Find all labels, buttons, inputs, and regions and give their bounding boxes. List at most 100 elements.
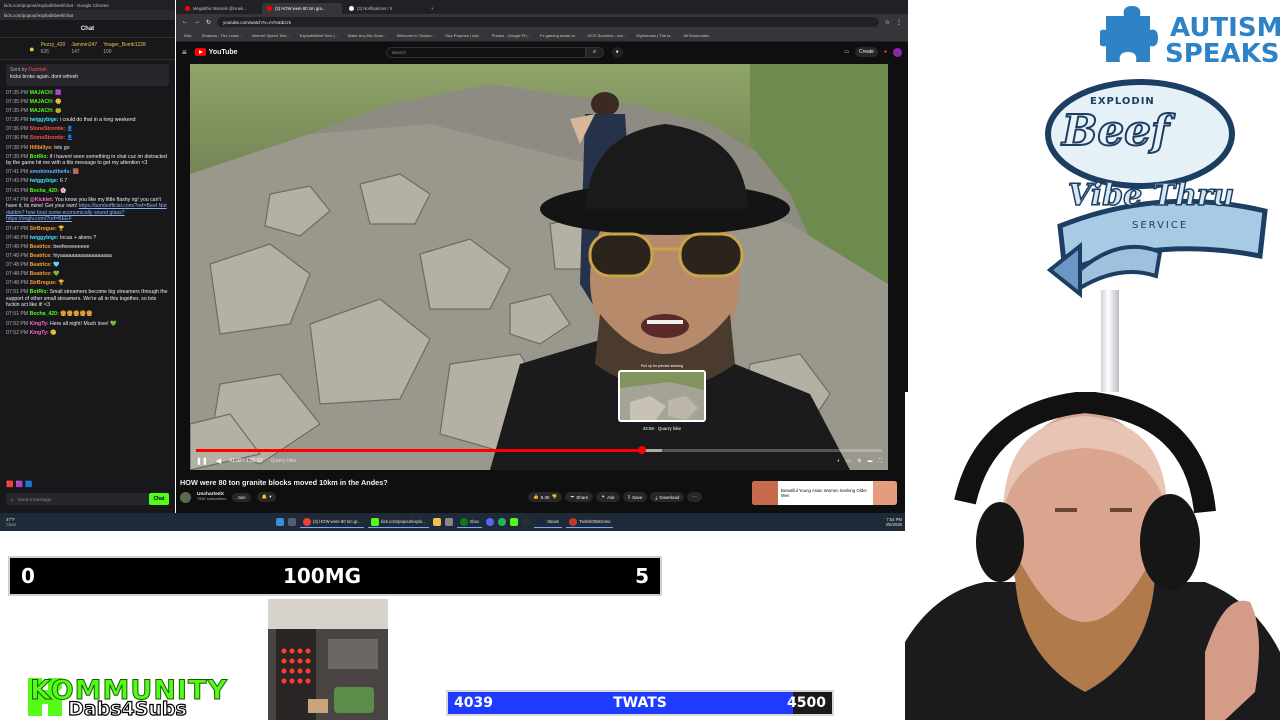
chat-message[interactable]: 07:39 PM BotRix: if i havent seen someth…	[6, 154, 169, 167]
emoji-icon[interactable]: ☺	[10, 497, 15, 502]
chat-url-bar[interactable]: kick.com/popout/explodinbeef/chat	[0, 10, 175, 20]
emote-icon[interactable]: 🟪	[15, 481, 22, 489]
save-button[interactable]: ▯ Save	[622, 492, 648, 502]
chat-message[interactable]: 07:48 PM BeatrIce: 🩵	[6, 262, 169, 269]
gifter-2[interactable]: Jammin247 147	[71, 42, 97, 56]
subtitles-icon[interactable]: ▭	[846, 458, 851, 464]
fullscreen-icon[interactable]: ⛶	[878, 458, 882, 464]
pause-icon[interactable]: ❚❚	[196, 457, 208, 465]
chat-message[interactable]: 07:48 PM StrBrogue: 🏆	[6, 280, 169, 287]
chat-message[interactable]: 07:48 PM BeatrIce: 💚	[6, 271, 169, 278]
tab-megalithic[interactable]: Megalithic Marvels @Ixnek...	[180, 3, 260, 14]
chat-message[interactable]: 07:48 PM BeatrIce: hiyaaaaaaaaaaaaaaaaaa	[6, 253, 169, 260]
message-username[interactable]: MAJACH:	[30, 90, 54, 96]
new-tab-button[interactable]: +	[426, 3, 438, 14]
message-username[interactable]: KingTy:	[30, 330, 49, 336]
message-username[interactable]: MAJACH:	[30, 99, 54, 105]
video-player[interactable]: Pull up for precise seeking 43:59 · Quar…	[190, 64, 888, 470]
message-username[interactable]: BeatrIce:	[30, 244, 52, 250]
message-username[interactable]: MAJACH:	[30, 108, 54, 114]
taskbar-app-chrome-chat[interactable]: kick.com/popout/explo...	[367, 516, 429, 528]
start-icon[interactable]	[276, 518, 284, 526]
message-username[interactable]: StrBrogue:	[30, 280, 57, 286]
ask-button[interactable]: ✦ Ask	[596, 492, 620, 502]
autoplay-toggle-icon[interactable]: ◐	[837, 458, 840, 464]
message-username[interactable]: StrBrogue:	[30, 226, 57, 232]
back-icon[interactable]: ←	[182, 19, 188, 25]
bookmark-item[interactable]: All Bookmarks	[684, 33, 710, 38]
chat-input[interactable]: ☺ Send a message	[6, 493, 169, 505]
bookmark-item[interactable]: KICK Bounties - win...	[587, 33, 626, 38]
scrubber-handle[interactable]	[637, 446, 646, 454]
chat-message[interactable]: 07:47 PM StrBrogue: 🏆	[6, 226, 169, 233]
settings-icon[interactable]	[444, 518, 453, 526]
chat-message-list[interactable]: 07:35 PM MAJACH: 🟪 07:35 PM MAJACH: 🥲 07:3…	[0, 90, 175, 336]
bookmark-item[interactable]: Make Any Mic Soun...	[348, 33, 387, 38]
message-username[interactable]: @Kicklet:	[30, 197, 54, 203]
progress-bar[interactable]	[196, 446, 882, 454]
discord-icon[interactable]	[486, 518, 495, 526]
channel-info[interactable]: UnchartedX 783K subscribers	[197, 492, 226, 502]
message-username[interactable]: BotRix:	[30, 289, 48, 295]
message-username[interactable]: smokinoutthe4s:	[30, 169, 72, 175]
chat-emote-bar[interactable]: 🟥 🟪 🟦	[6, 481, 32, 489]
emote-icon[interactable]: 🟦	[25, 481, 32, 489]
star-icon[interactable]: ☆	[885, 19, 890, 26]
message-username[interactable]: Bocha_420:	[30, 188, 59, 194]
chat-window-titlebar[interactable]: kick.com/popout/explodinbeef/chat - Goog…	[0, 0, 175, 10]
chat-message[interactable]: 07:36 PM twiggybige: i could do that in …	[6, 117, 169, 124]
message-username[interactable]: BotRix:	[30, 154, 48, 160]
message-username[interactable]: StoneStrontie:	[30, 126, 66, 132]
more-actions-button[interactable]: ⋯	[687, 492, 702, 502]
chat-message[interactable]: 07:38 PM Hillbillys: lets go	[6, 145, 169, 152]
weather-widget[interactable]: 47°F Clear	[6, 517, 46, 527]
menu-icon[interactable]: ⋮	[896, 19, 902, 26]
youtube-search-input[interactable]: Search	[385, 46, 586, 58]
pinned-message[interactable]: Sent by Dachiah kicks broke again. dont …	[6, 64, 169, 86]
taskbar-app-steam[interactable]: Steam	[534, 516, 563, 528]
chat-message[interactable]: 07:47 PM @Kicklet: You know you like my …	[6, 197, 169, 223]
cast-icon[interactable]: ▭	[844, 49, 849, 55]
reload-icon[interactable]: ↻	[206, 19, 211, 26]
bookmark-item[interactable]: Your Purpose | clot...	[445, 33, 482, 38]
mic-button[interactable]: ●	[611, 46, 623, 58]
message-username[interactable]: Bocha_420:	[30, 311, 59, 317]
chat-message[interactable]: 07:43 PM Bocha_420: 🌸	[6, 188, 169, 195]
chat-message[interactable]: 07:43 PM twiggybige: 6 7	[6, 178, 169, 185]
bookmark-item[interactable]: Fe gaming music w...	[540, 33, 578, 38]
chat-message[interactable]: 07:52 PM KingTy: Here all night! Much lo…	[6, 321, 169, 328]
youtube-logo[interactable]: YouTube	[194, 48, 238, 56]
message-username[interactable]: BeatrIce:	[30, 253, 52, 259]
taskbar-app-obs[interactable]: TwitchOBsDemo	[566, 516, 614, 528]
emote-icon[interactable]: 🟥	[6, 481, 13, 489]
like-button[interactable]: 👍 8.3K 👎	[528, 492, 563, 502]
share-button[interactable]: ➦ Share	[565, 492, 594, 502]
bookmark-item[interactable]: Kick	[184, 33, 192, 38]
bookmark-item[interactable]: Photos - Google Ph...	[492, 33, 530, 38]
chat-message[interactable]: 07:48 PM BeatrIce: beefeeeeeeeee	[6, 244, 169, 251]
chat-message[interactable]: 07:52 PM KingTy: 🥲	[6, 330, 169, 337]
message-username[interactable]: KingTy:	[30, 321, 49, 327]
gifter-3[interactable]: Yeager_Bomb1228 100	[103, 42, 146, 56]
tab-notifications[interactable]: (3) Notifications / X	[344, 3, 424, 14]
taskbar-app-xbox[interactable]: Xbox	[456, 516, 483, 528]
chat-message[interactable]: 07:35 PM MAJACH: 🥲	[6, 99, 169, 106]
chat-message[interactable]: 07:41 PM smokinoutthe4s: 🟫	[6, 169, 169, 176]
subscribed-button[interactable]: 🔔 ▾	[256, 492, 277, 502]
search-icon[interactable]	[288, 518, 296, 526]
volume-icon[interactable]: ◀	[216, 457, 221, 465]
chapter-label[interactable]: Quarry hike	[271, 458, 297, 464]
chat-message[interactable]: 07:48 PM twiggybige: Incas + aliens ?	[6, 235, 169, 242]
forward-icon[interactable]: →	[194, 19, 200, 25]
chat-message[interactable]: 07:35 PM MAJACH: 🐸	[6, 108, 169, 115]
chat-message[interactable]: 07:36 PM StoneStrontie: 👤	[6, 126, 169, 133]
message-username[interactable]: StoneStrontie:	[30, 135, 66, 141]
chat-send-button[interactable]: Chat	[149, 493, 169, 505]
message-username[interactable]: Hillbillys:	[30, 145, 53, 151]
message-username[interactable]: twiggybige:	[30, 117, 59, 123]
message-username[interactable]: twiggybige:	[30, 235, 59, 241]
bookmark-item[interactable]: Welcome to Okloho...	[397, 33, 435, 38]
search-button[interactable]: ⌕	[585, 46, 604, 58]
chat-message[interactable]: 07:51 PM Bocha_420: 🍔🍔🍔🍔🍔	[6, 311, 169, 318]
join-button[interactable]: Join	[232, 492, 251, 502]
